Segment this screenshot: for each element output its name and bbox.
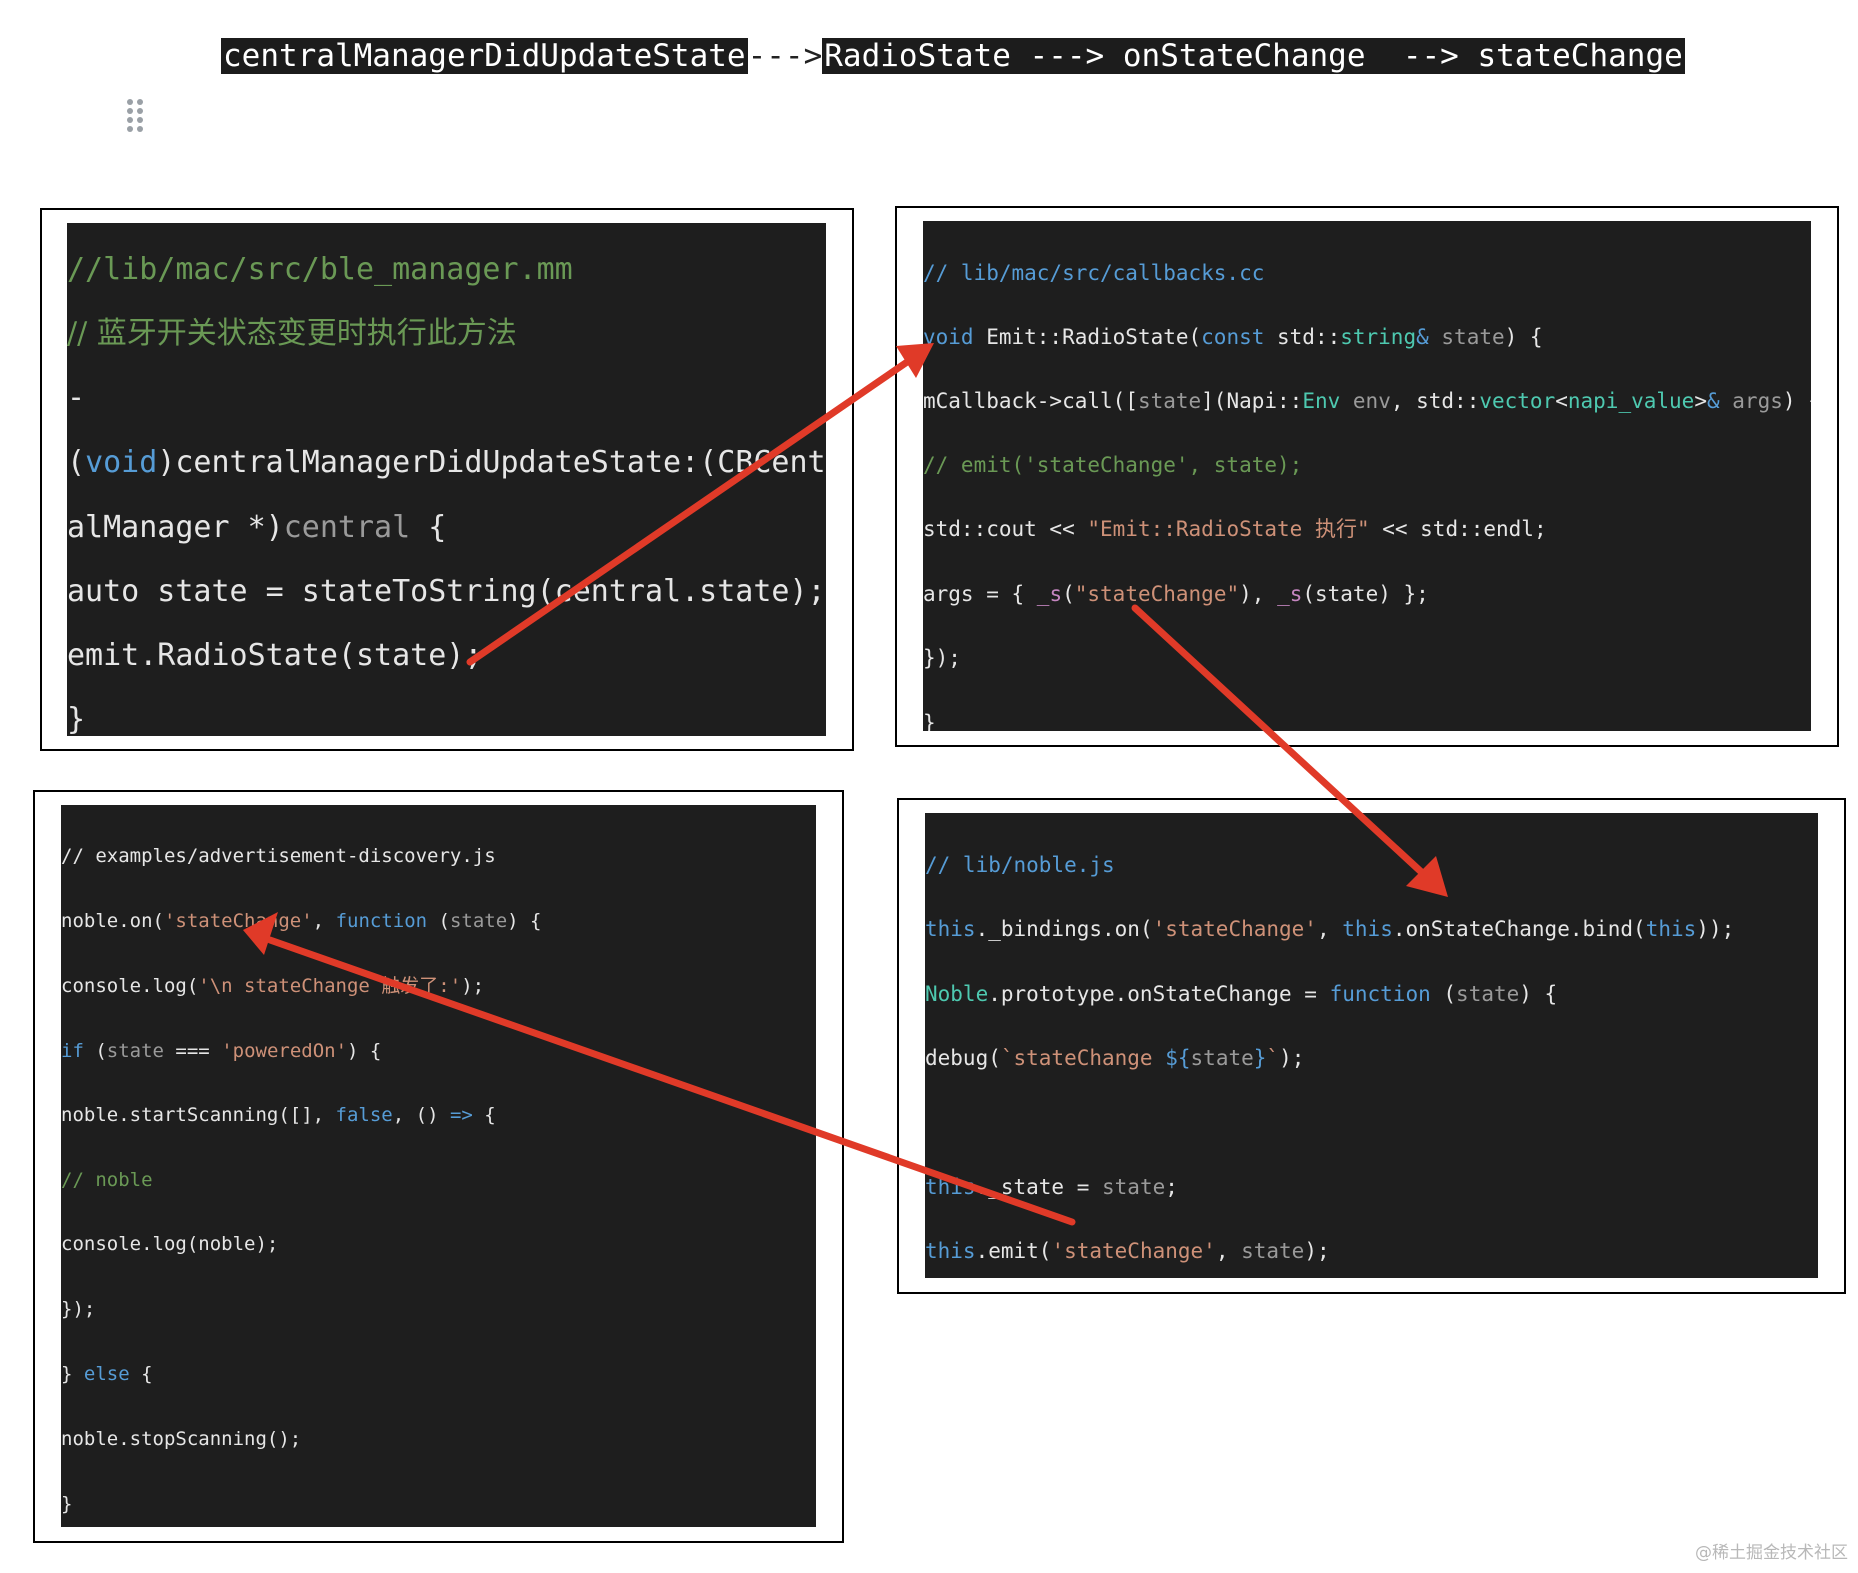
drag-handle-icon[interactable] xyxy=(124,98,146,132)
flow-step-central-manager: centralManagerDidUpdateState xyxy=(221,38,748,74)
code-line: noble.stopScanning(); xyxy=(61,1428,302,1450)
code-line: std::cout << "Emit::RadioState 执行" << st… xyxy=(923,517,1547,541)
code-line: mCallback->call([state](Napi::Env env, s… xyxy=(923,389,1811,413)
code-line: Noble.prototype.onStateChange = function… xyxy=(925,982,1558,1006)
code-line: // lib/noble.js xyxy=(925,853,1115,877)
code-line: emit.RadioState(state); xyxy=(67,638,483,673)
flow-arrow: ---> xyxy=(747,38,823,74)
code-line: // examples/advertisement-discovery.js xyxy=(61,845,496,867)
code-line: auto state = stateToString(central.state… xyxy=(67,574,826,609)
code-line: console.log(noble); xyxy=(61,1233,279,1255)
code-line: this._bindings.on('stateChange', this.on… xyxy=(925,917,1735,941)
code-line: (void)centralManagerDidUpdateState:(CBCe… xyxy=(67,445,826,480)
code-line: noble.startScanning([], false, () => { xyxy=(61,1104,496,1126)
code-line: // noble xyxy=(61,1169,153,1191)
code-block-ble-manager: //lib/mac/src/ble_manager.mm // 蓝牙开关状态变更… xyxy=(67,223,826,736)
code-line: } xyxy=(61,1493,73,1515)
code-line: // emit('stateChange', state); xyxy=(923,453,1303,477)
code-line: this._state = state; xyxy=(925,1175,1178,1199)
code-line: // lib/mac/src/callbacks.cc xyxy=(923,261,1265,285)
code-line: console.log('\n stateChange 触发了:'); xyxy=(61,975,485,997)
code-line: } xyxy=(923,711,936,732)
code-line: // 蓝牙开关状态变更时执行此方法 xyxy=(67,316,517,351)
code-line: alManager *)central { xyxy=(67,510,447,545)
code-line: if (state === 'poweredOn') { xyxy=(61,1040,382,1062)
code-line: }); xyxy=(923,646,961,670)
code-line: } xyxy=(67,702,86,736)
watermark: @稀土掘金技术社区 xyxy=(1695,1543,1848,1563)
code-block-advertisement: // examples/advertisement-discovery.js n… xyxy=(61,805,816,1527)
code-line: args = { _s("stateChange"), _s(state) }; xyxy=(923,582,1429,606)
flow-step-rest: RadioState ---> onStateChange --> stateC… xyxy=(822,38,1685,74)
code-line: debug(`stateChange ${state}`); xyxy=(925,1046,1305,1070)
code-line: - xyxy=(67,380,86,415)
code-line: noble.on('stateChange', function (state)… xyxy=(61,910,542,932)
flow-title: centralManagerDidUpdateState ---> RadioSta… xyxy=(221,36,1685,76)
code-block-noble: // lib/noble.js this._bindings.on('state… xyxy=(925,813,1818,1278)
code-line: } else { xyxy=(61,1363,153,1385)
code-line: }); xyxy=(61,1298,96,1320)
code-line: //lib/mac/src/ble_manager.mm xyxy=(67,252,573,287)
code-line: void Emit::RadioState(const std::string&… xyxy=(923,325,1543,349)
code-block-callbacks: // lib/mac/src/callbacks.cc void Emit::R… xyxy=(923,221,1811,731)
code-line: this.emit('stateChange', state); xyxy=(925,1239,1330,1263)
